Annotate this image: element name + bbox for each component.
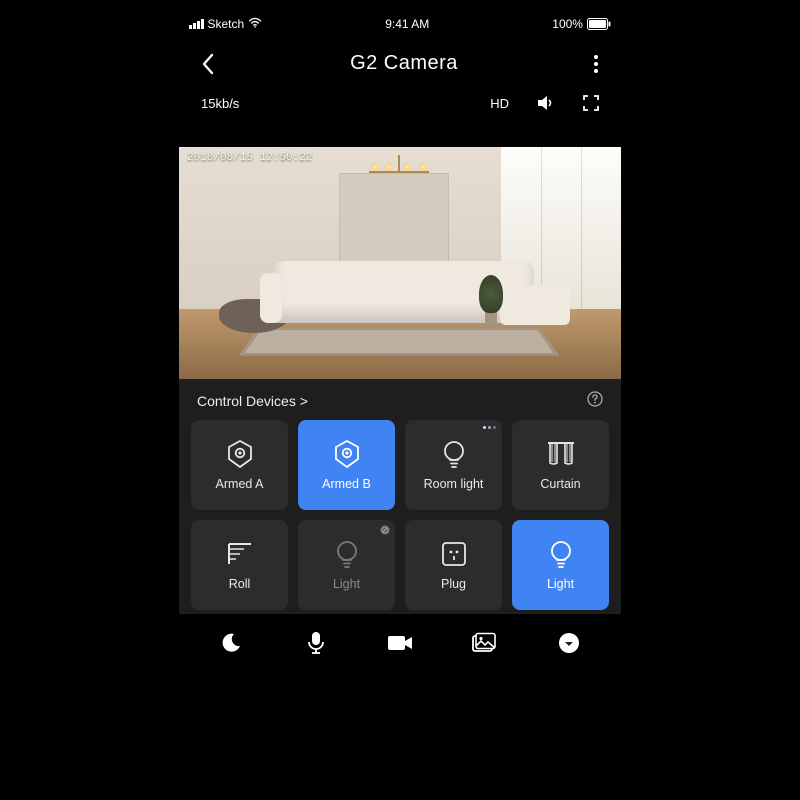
menu-kebab-button[interactable]	[593, 54, 599, 74]
back-button[interactable]	[201, 53, 215, 75]
bulb-icon	[439, 439, 469, 469]
record-button[interactable]	[383, 628, 417, 658]
gallery-button[interactable]	[467, 628, 501, 658]
control-tile-plug-6[interactable]: Plug	[405, 520, 502, 610]
tile-label: Armed B	[322, 477, 371, 491]
camera-feed[interactable]: 2018/08/15 12:50:22	[179, 147, 621, 379]
plug-icon	[439, 539, 469, 569]
tile-label: Armed A	[216, 477, 264, 491]
page-title: G2 Camera	[350, 52, 458, 75]
tile-label: Roll	[229, 577, 251, 591]
chandelier-graphic	[369, 155, 429, 191]
mic-button[interactable]	[299, 628, 333, 658]
control-tile-curtain-3[interactable]: Curtain	[512, 420, 609, 510]
quality-button[interactable]: HD	[490, 96, 509, 111]
tile-label: Plug	[441, 577, 466, 591]
control-tile-light-5[interactable]: Light	[298, 520, 395, 610]
loading-dots-icon	[483, 426, 496, 429]
bulb-icon	[546, 539, 576, 569]
wifi-icon	[248, 17, 262, 31]
status-right: 100%	[552, 17, 611, 31]
status-time: 9:41 AM	[385, 17, 429, 31]
controls-header[interactable]: Control Devices >	[197, 393, 308, 409]
tile-label: Curtain	[540, 477, 580, 491]
control-tile-room-light-2[interactable]: Room light	[405, 420, 502, 510]
carrier-label: Sketch	[208, 17, 245, 31]
controls-panel: Control Devices > Armed A Armed B Room l…	[179, 379, 621, 614]
phone-frame: Sketch 9:41 AM 100% G2 Camera 15kb/s HD	[179, 0, 621, 800]
shield-hexagon-icon	[225, 439, 255, 469]
disabled-badge-icon	[380, 525, 390, 535]
bulb-icon	[332, 539, 362, 569]
tile-label: Room light	[424, 477, 484, 491]
controls-grid: Armed A Armed B Room light Curtain Roll …	[191, 420, 609, 610]
bitrate-label: 15kb/s	[201, 96, 239, 111]
feed-timestamp: 2018/08/15 12:50:22	[187, 152, 312, 164]
roller-icon	[225, 539, 255, 569]
control-tile-armed-a-0[interactable]: Armed A	[191, 420, 288, 510]
nav-bar: G2 Camera	[179, 34, 621, 83]
more-button[interactable]	[552, 628, 586, 658]
shield-hexagon-icon	[332, 439, 362, 469]
status-bar: Sketch 9:41 AM 100%	[179, 10, 621, 34]
control-tile-armed-b-1[interactable]: Armed B	[298, 420, 395, 510]
help-button[interactable]	[587, 391, 603, 410]
bottom-bar	[179, 614, 621, 666]
control-tile-roll-4[interactable]: Roll	[191, 520, 288, 610]
fullscreen-button[interactable]	[583, 95, 599, 111]
volume-button[interactable]	[537, 95, 555, 111]
tile-label: Light	[547, 577, 574, 591]
battery-icon	[587, 18, 611, 30]
signal-bars-icon	[189, 19, 204, 29]
stream-toolbar: 15kb/s HD	[179, 83, 621, 117]
control-tile-light-7[interactable]: Light	[512, 520, 609, 610]
curtain-icon	[546, 439, 576, 469]
tile-label: Light	[333, 577, 360, 591]
battery-percent: 100%	[552, 17, 583, 31]
night-mode-button[interactable]	[214, 628, 248, 658]
status-left: Sketch	[189, 17, 262, 31]
